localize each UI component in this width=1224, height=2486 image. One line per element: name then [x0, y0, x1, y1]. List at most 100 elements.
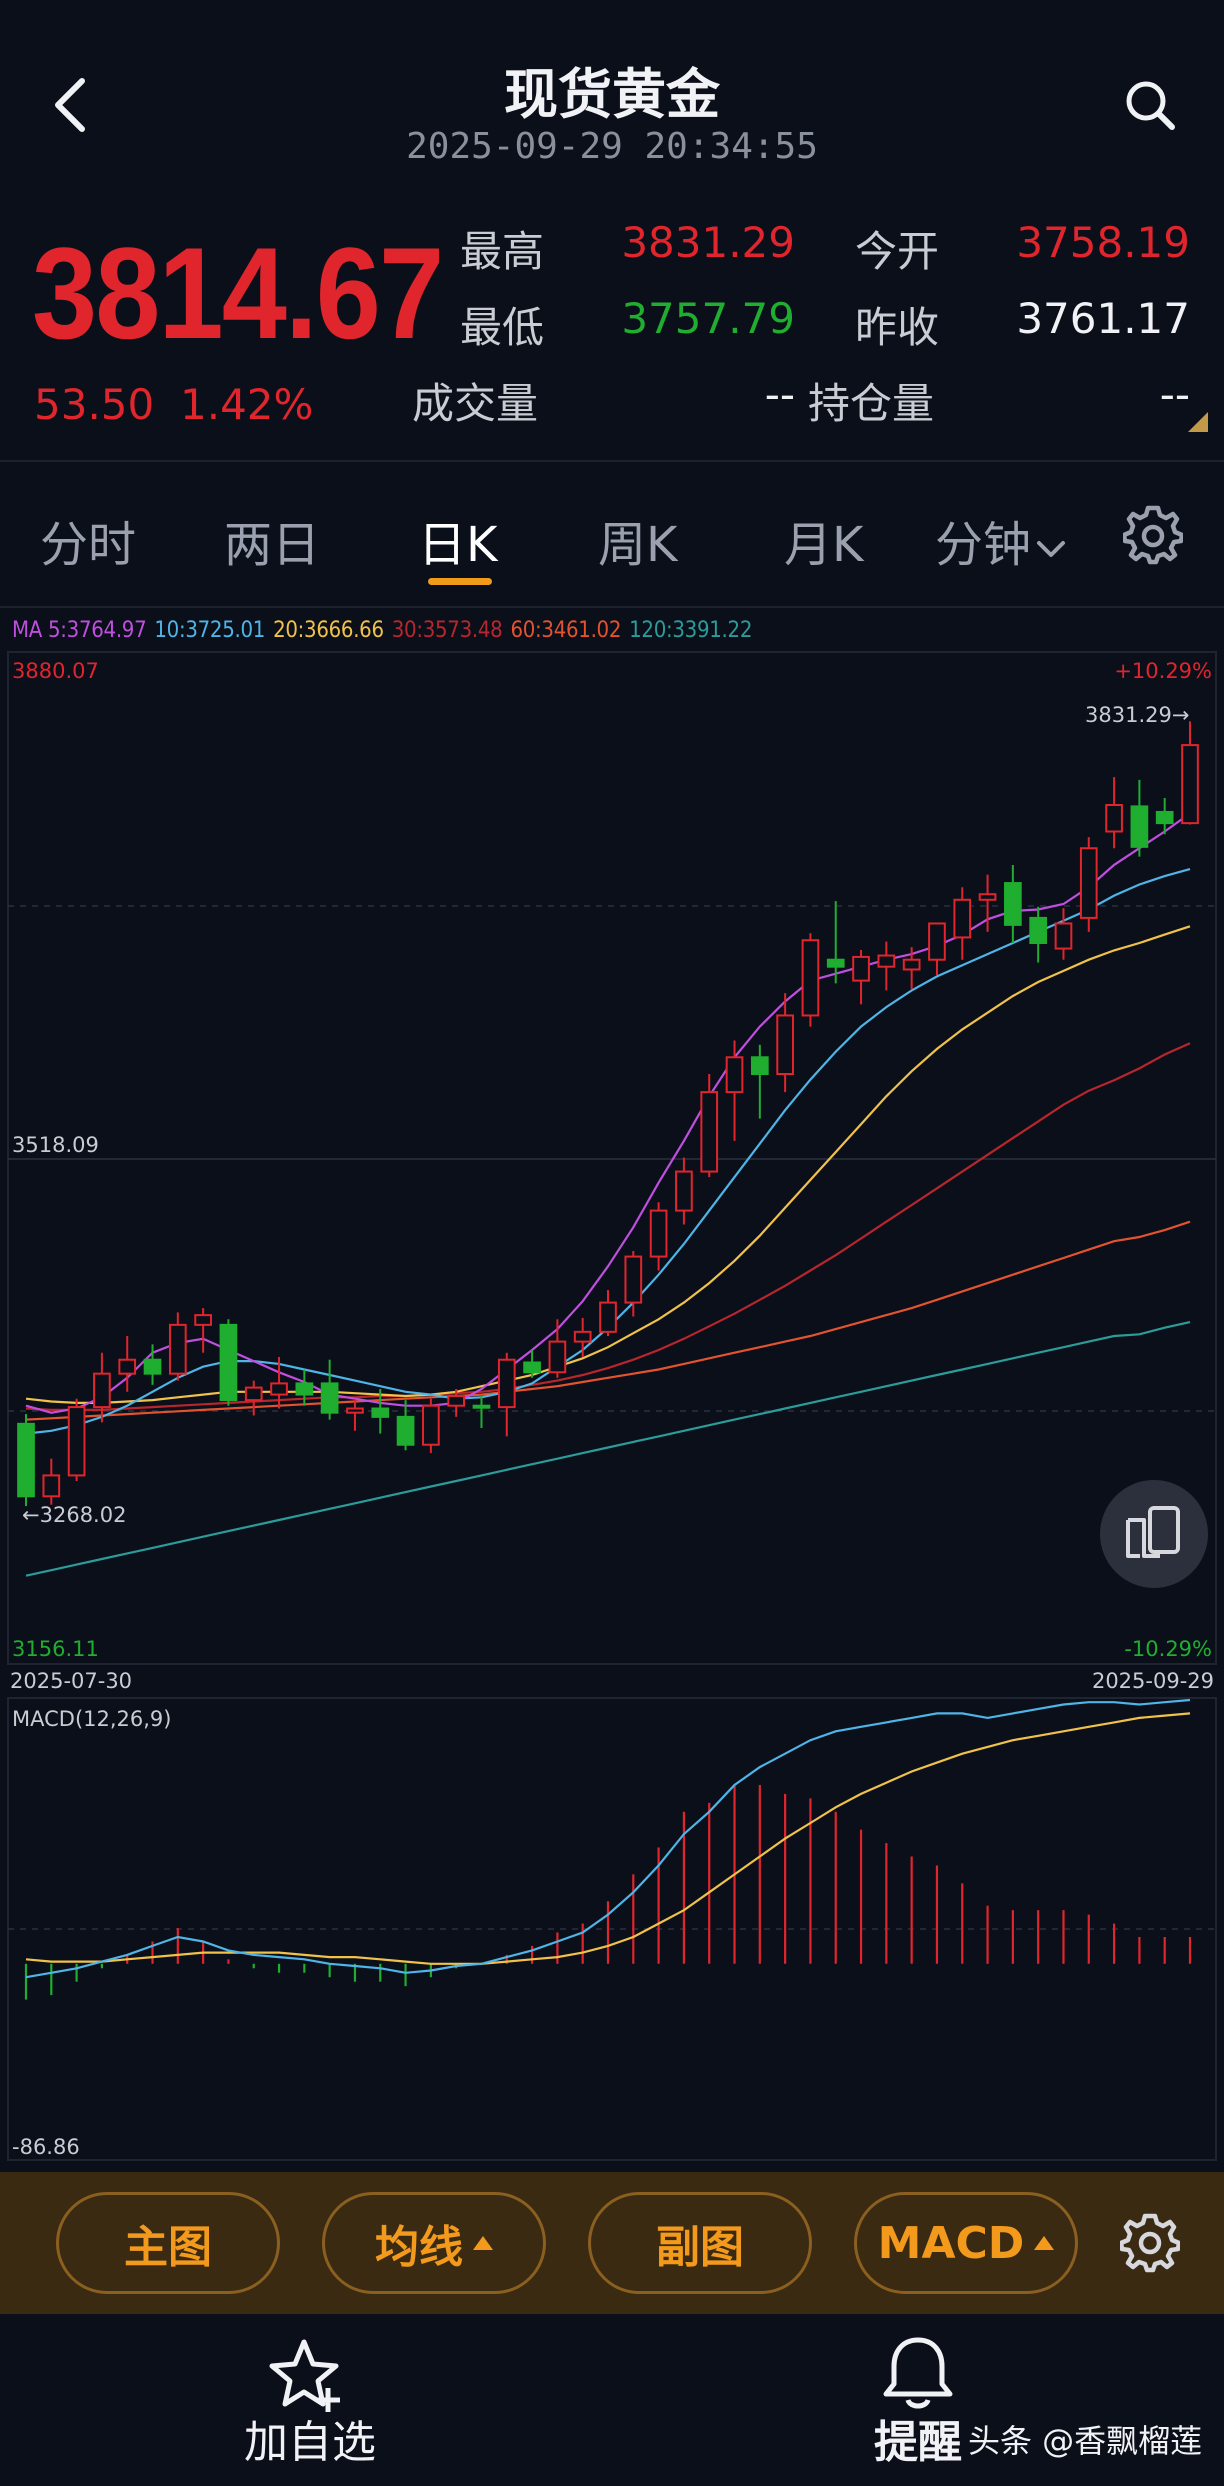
- candle-up: [599, 1301, 617, 1333]
- candle-down: [396, 1415, 415, 1446]
- candle-up: [801, 939, 820, 1017]
- ma120-line: [25, 1321, 1191, 1577]
- caret-up-icon: [473, 2236, 493, 2250]
- high-value: 3831.29: [621, 218, 795, 267]
- alert-button[interactable]: 提醒: [870, 2330, 970, 2470]
- min-price-label: ←3268.02: [22, 1503, 126, 1527]
- rotate-screen-button[interactable]: [1100, 1480, 1208, 1588]
- ma-lines: [25, 812, 1191, 1577]
- candle-up: [776, 1014, 794, 1076]
- candle-up: [447, 1394, 466, 1407]
- volume-label: 成交量: [412, 379, 539, 428]
- macd-min-label: -86.86: [12, 2135, 80, 2159]
- active-tab-indicator: [428, 578, 492, 585]
- ma30-line: [25, 1042, 1191, 1412]
- y-axis-bottom-label: 3156.11: [12, 1637, 99, 1661]
- candle-up: [1105, 804, 1123, 833]
- search-icon: [1126, 81, 1175, 130]
- candle-down: [320, 1382, 339, 1414]
- candle-down: [1004, 882, 1022, 926]
- candle-up: [118, 1358, 137, 1375]
- add-favorite-label: 加自选: [244, 2417, 376, 2468]
- macd-label: MACD: [877, 2217, 1025, 2269]
- low-label: 最低: [460, 303, 545, 352]
- min-price-value: 3268.02: [40, 1503, 127, 1527]
- indicator-settings-button[interactable]: [1115, 2208, 1185, 2278]
- candle-down: [17, 1422, 35, 1498]
- main-chart-label: 主图: [124, 2222, 212, 2273]
- tab-intraday[interactable]: 分时: [40, 505, 136, 575]
- candle-up: [346, 1407, 364, 1414]
- open-label: 今开: [855, 227, 940, 276]
- candle-up: [1181, 744, 1199, 825]
- candle-up: [624, 1255, 643, 1304]
- candle-down: [1029, 916, 1048, 944]
- min-arrow-icon: ←: [22, 1503, 40, 1527]
- pct-bottom-label: -10.29%: [1124, 1637, 1212, 1661]
- candle-up: [649, 1209, 668, 1258]
- candle-up: [725, 1056, 744, 1094]
- candle-down: [750, 1056, 769, 1076]
- gear-icon: [1120, 2213, 1180, 2273]
- main-chart-button[interactable]: 主图: [56, 2192, 280, 2294]
- open-interest-value: --: [1159, 370, 1190, 419]
- tab-daily-k[interactable]: 日K: [418, 505, 497, 575]
- candle-up: [978, 893, 997, 901]
- candle-up: [497, 1358, 516, 1409]
- macd-histogram: [24, 1784, 1192, 2000]
- chart-settings-button[interactable]: [1118, 500, 1188, 570]
- candle-up: [953, 898, 972, 939]
- prev-close-label: 昨收: [855, 303, 940, 352]
- tab-two-day[interactable]: 两日: [224, 505, 320, 575]
- candle-up: [422, 1404, 440, 1446]
- ma-label: 均线: [375, 2222, 463, 2273]
- candle-up: [700, 1091, 719, 1173]
- tab-minute-label: 分钟: [935, 517, 1032, 573]
- max-arrow-icon: →: [1172, 703, 1190, 727]
- quote-timestamp: 2025-09-29 20:34:55: [406, 126, 818, 167]
- y-axis-mid-label: 3518.09: [12, 1133, 99, 1157]
- candle-up: [1054, 922, 1073, 950]
- alert-label: 提醒: [874, 2417, 962, 2468]
- chevron-down-icon: [1037, 541, 1066, 557]
- gear-icon: [1123, 505, 1183, 565]
- sub-chart-label: 副图: [656, 2222, 744, 2273]
- candle-up: [877, 954, 896, 968]
- candle-up: [1079, 847, 1098, 919]
- candle-down: [826, 958, 845, 968]
- x-axis-start-label: 2025-07-30: [10, 1669, 132, 1693]
- search-button[interactable]: [1115, 70, 1185, 140]
- open-interest-label: 持仓量: [808, 379, 935, 428]
- candle-down: [143, 1358, 162, 1375]
- open-value: 3758.19: [1016, 218, 1190, 267]
- max-price-value: 3831.29: [1085, 703, 1172, 727]
- tab-minute[interactable]: 分钟: [935, 505, 1069, 575]
- tab-monthly-k[interactable]: 月K: [784, 505, 863, 575]
- candle-down: [295, 1382, 314, 1396]
- header: 现货黄金 2025-09-29 20:34:55: [0, 0, 1224, 190]
- candle-up: [168, 1323, 187, 1375]
- low-value: 3757.79: [621, 294, 795, 343]
- candle-down: [472, 1404, 491, 1409]
- candle-up: [42, 1474, 61, 1498]
- divider: [0, 606, 1224, 608]
- price-change: 53.50: [34, 380, 155, 429]
- candle-up: [573, 1330, 592, 1343]
- candle-down: [523, 1361, 541, 1374]
- page-title: 现货黄金: [504, 63, 720, 126]
- ma10-line: [25, 868, 1191, 1435]
- tab-weekly-k[interactable]: 周K: [598, 505, 677, 575]
- sub-chart-button[interactable]: 副图: [588, 2192, 812, 2294]
- candle-down: [371, 1407, 390, 1418]
- candle-up: [270, 1382, 288, 1396]
- bell-icon: [883, 2337, 953, 2409]
- macd-title: MACD(12,26,9): [12, 1707, 172, 1731]
- ma-button[interactable]: 均线: [322, 2192, 546, 2294]
- expand-corner-icon[interactable]: [1188, 412, 1208, 432]
- kline-chart[interactable]: 3880.07 +10.29% 3518.09 3156.11 -10.29% …: [0, 640, 1224, 2170]
- star-plus-icon: [269, 2339, 340, 2412]
- candle-down: [1155, 810, 1174, 825]
- caret-up-icon: [1034, 2236, 1055, 2250]
- add-favorite-button[interactable]: 加自选: [230, 2330, 390, 2470]
- macd-button[interactable]: MACD: [854, 2192, 1078, 2294]
